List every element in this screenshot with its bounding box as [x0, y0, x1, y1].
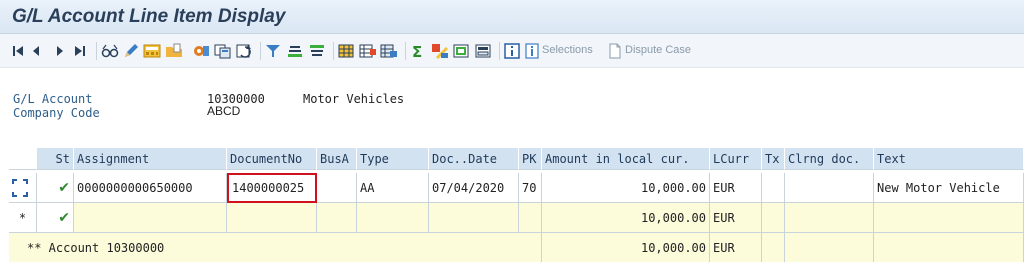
info-icon[interactable]: [504, 43, 520, 59]
subtotal-marker: *: [9, 203, 37, 233]
edit-icon[interactable]: [431, 43, 449, 59]
column-header-documentno[interactable]: DocumentNo: [227, 148, 317, 170]
row-select-icon[interactable]: [12, 178, 28, 197]
columns-icon[interactable]: [359, 43, 377, 59]
subtotal-row: * ✔ 10,000.00 EUR: [9, 203, 1024, 233]
selections-button[interactable]: Selections: [542, 44, 593, 56]
subtotal-empty-cell: [762, 203, 785, 233]
column-header-busa[interactable]: BusA: [317, 148, 357, 170]
subtotal-status-cell: ✔: [37, 203, 74, 233]
company-code-value: ABCD: [207, 104, 241, 118]
total-empty-cell: [874, 233, 1024, 262]
toolbar-separator: [333, 42, 334, 60]
total-empty-cell: [762, 233, 785, 262]
document-type-cell[interactable]: AA: [357, 173, 429, 203]
cleared-check-icon: ✔: [58, 179, 70, 196]
column-header-doc-date[interactable]: Doc..Date: [429, 148, 519, 170]
dispute-case-button[interactable]: Dispute Case: [625, 44, 691, 56]
row-selector-header[interactable]: [9, 148, 37, 170]
layout-icon[interactable]: [338, 43, 354, 59]
first-page-icon[interactable]: [12, 43, 24, 59]
subtotal-empty-cell: [429, 203, 519, 233]
column-header-text[interactable]: Text: [874, 148, 1024, 170]
clearing-doc-cell[interactable]: [785, 173, 874, 203]
account-total-label: ** Account 10300000: [9, 233, 542, 262]
account-total-currency[interactable]: EUR: [710, 233, 762, 262]
toolbar: Σ Selections Dispute Case: [0, 34, 1024, 68]
selections-info-icon[interactable]: [525, 43, 539, 59]
export-icon[interactable]: [453, 43, 471, 59]
column-header-lcurr[interactable]: LCurr: [710, 148, 762, 170]
row-selector[interactable]: [9, 173, 37, 203]
copy-icon[interactable]: [214, 43, 232, 59]
subtotal-empty-cell: [785, 203, 874, 233]
column-header-assignment[interactable]: Assignment: [74, 148, 227, 170]
sort-descending-icon[interactable]: [309, 43, 325, 59]
print-icon[interactable]: [475, 43, 493, 59]
amount-cell[interactable]: 10,000.00: [542, 173, 710, 203]
toolbar-separator: [96, 42, 97, 60]
refresh-icon[interactable]: [236, 43, 254, 59]
column-header-pk[interactable]: PK: [519, 148, 542, 170]
account-total-amount[interactable]: 10,000.00: [542, 233, 710, 262]
company-code-label: Company Code: [13, 106, 100, 120]
posting-key-cell[interactable]: 70: [519, 173, 542, 203]
subtotal-empty-cell: [519, 203, 542, 233]
sum-icon[interactable]: Σ: [410, 43, 426, 59]
gl-account-label: G/L Account: [13, 92, 93, 106]
total-empty-cell: [785, 233, 874, 262]
window-title: G/L Account Line Item Display: [12, 6, 286, 27]
subtotal-icon[interactable]: [380, 43, 398, 59]
next-page-icon[interactable]: [55, 43, 65, 59]
subtotal-empty-cell: [227, 203, 317, 233]
document-icon: [608, 43, 622, 59]
subtotal-check-icon: ✔: [58, 209, 70, 226]
folder-icon[interactable]: [165, 43, 183, 59]
column-header-st[interactable]: St: [37, 148, 74, 170]
svg-text:Σ: Σ: [412, 43, 422, 59]
column-header-tx[interactable]: Tx: [762, 148, 785, 170]
business-area-cell[interactable]: [317, 173, 357, 203]
glasses-icon[interactable]: [101, 43, 119, 59]
subtotal-empty-cell: [74, 203, 227, 233]
last-page-icon[interactable]: [74, 43, 86, 59]
previous-page-icon[interactable]: [31, 43, 41, 59]
column-header-type[interactable]: Type: [357, 148, 429, 170]
filter-icon[interactable]: [265, 43, 281, 59]
document-date-cell[interactable]: 07/04/2020: [429, 173, 519, 203]
toolbar-separator: [499, 42, 500, 60]
subtotal-amount-cell[interactable]: 10,000.00: [542, 203, 710, 233]
calculator-icon[interactable]: [143, 43, 161, 59]
tax-code-cell[interactable]: [762, 173, 785, 203]
toolbar-separator: [260, 42, 261, 60]
account-total-row: ** Account 10300000 10,000.00 EUR: [9, 233, 1024, 262]
settings-icon[interactable]: [192, 43, 210, 59]
title-bar: G/L Account Line Item Display: [0, 0, 1024, 34]
gl-account-name: Motor Vehicles: [303, 92, 405, 106]
line-item-grid: St Assignment DocumentNo BusA Type Doc..…: [9, 145, 1024, 262]
column-header-clrng-doc[interactable]: Clrng doc.: [785, 148, 874, 170]
currency-cell[interactable]: EUR: [710, 173, 762, 203]
text-cell[interactable]: New Motor Vehicle: [874, 173, 1024, 203]
subtotal-empty-cell: [357, 203, 429, 233]
assignment-cell[interactable]: 0000000000650000: [74, 173, 227, 203]
sort-ascending-icon[interactable]: [287, 43, 303, 59]
status-cell: ✔: [37, 173, 74, 203]
subtotal-currency-cell[interactable]: EUR: [710, 203, 762, 233]
table-row: ✔ 0000000000650000 1400000025 AA 07/04/2…: [9, 173, 1024, 203]
column-header-amount[interactable]: Amount in local cur.: [542, 148, 710, 170]
table-header-row: St Assignment DocumentNo BusA Type Doc..…: [9, 148, 1024, 170]
subtotal-empty-cell: [317, 203, 357, 233]
toolbar-separator: [405, 42, 406, 60]
subtotal-empty-cell: [874, 203, 1024, 233]
pencil-icon[interactable]: [123, 43, 139, 59]
document-number-cell[interactable]: 1400000025: [227, 173, 317, 203]
